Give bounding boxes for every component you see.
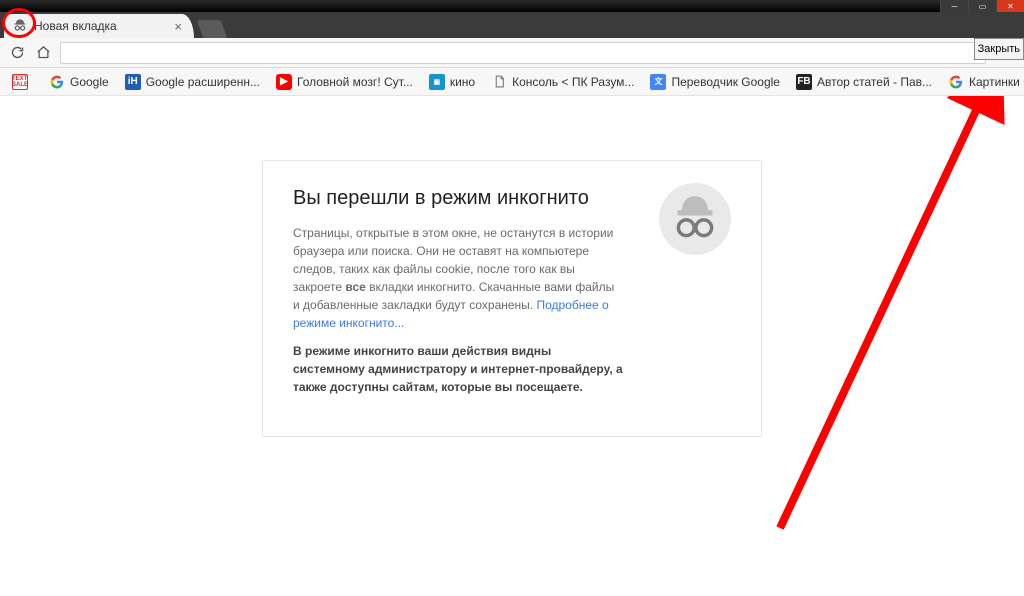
- bookmark-item[interactable]: TEXTSALE: [6, 71, 39, 93]
- incognito-description: Страницы, открытые в этом окне, не остан…: [293, 224, 623, 332]
- incognito-heading: Вы перешли в режим инкогнито: [293, 187, 623, 210]
- page-icon: [491, 74, 507, 90]
- reload-button[interactable]: [8, 44, 26, 62]
- window-titlebar: ─ ▭ ✕: [0, 0, 1024, 12]
- browser-tab[interactable]: Новая вкладка ×: [4, 14, 194, 38]
- bookmark-item[interactable]: iHGoogle расширенн...: [119, 71, 266, 93]
- browser-toolbar: Закрыть: [0, 38, 1024, 68]
- address-input[interactable]: [67, 46, 979, 60]
- kino-icon: ▣: [429, 74, 445, 90]
- home-button[interactable]: [34, 44, 52, 62]
- incognito-warning: В режиме инкогнито ваши действия видны с…: [293, 342, 623, 396]
- new-tab-button[interactable]: [197, 20, 228, 38]
- incognito-icon: [12, 18, 28, 34]
- close-tooltip[interactable]: Закрыть: [974, 38, 1024, 60]
- google-icon: [49, 74, 65, 90]
- window-minimize-button[interactable]: ─: [940, 0, 968, 12]
- google-icon: [948, 74, 964, 90]
- fb-icon: FB: [796, 74, 812, 90]
- bookmark-item[interactable]: Картинки Google: [942, 71, 1024, 93]
- tab-close-button[interactable]: ×: [170, 19, 186, 34]
- incognito-large-icon: [659, 183, 731, 255]
- bookmark-item[interactable]: 文Переводчик Google: [644, 71, 786, 93]
- window-maximize-button[interactable]: ▭: [968, 0, 996, 12]
- bookmark-item[interactable]: FBАвтор статей - Пав...: [790, 71, 938, 93]
- bookmark-item[interactable]: ▶Головной мозг! Сут...: [270, 71, 419, 93]
- bookmark-item[interactable]: ▣кино: [423, 71, 481, 93]
- ih-icon: iH: [125, 74, 141, 90]
- tab-title: Новая вкладка: [34, 19, 117, 33]
- tab-strip: Новая вкладка ×: [0, 12, 1024, 38]
- address-bar[interactable]: [60, 42, 986, 64]
- translate-icon: 文: [650, 74, 666, 90]
- page-content: Вы перешли в режим инкогнито Страницы, о…: [0, 96, 1024, 596]
- bookmark-item[interactable]: Консоль < ПК Разум...: [485, 71, 640, 93]
- window-close-button[interactable]: ✕: [996, 0, 1024, 12]
- youtube-icon: ▶: [276, 74, 292, 90]
- textsale-icon: TEXTSALE: [12, 74, 28, 90]
- bookmark-item[interactable]: Google: [43, 71, 115, 93]
- incognito-card: Вы перешли в режим инкогнито Страницы, о…: [262, 160, 762, 437]
- bookmarks-bar: TEXTSALE Google iHGoogle расширенн... ▶Г…: [0, 68, 1024, 96]
